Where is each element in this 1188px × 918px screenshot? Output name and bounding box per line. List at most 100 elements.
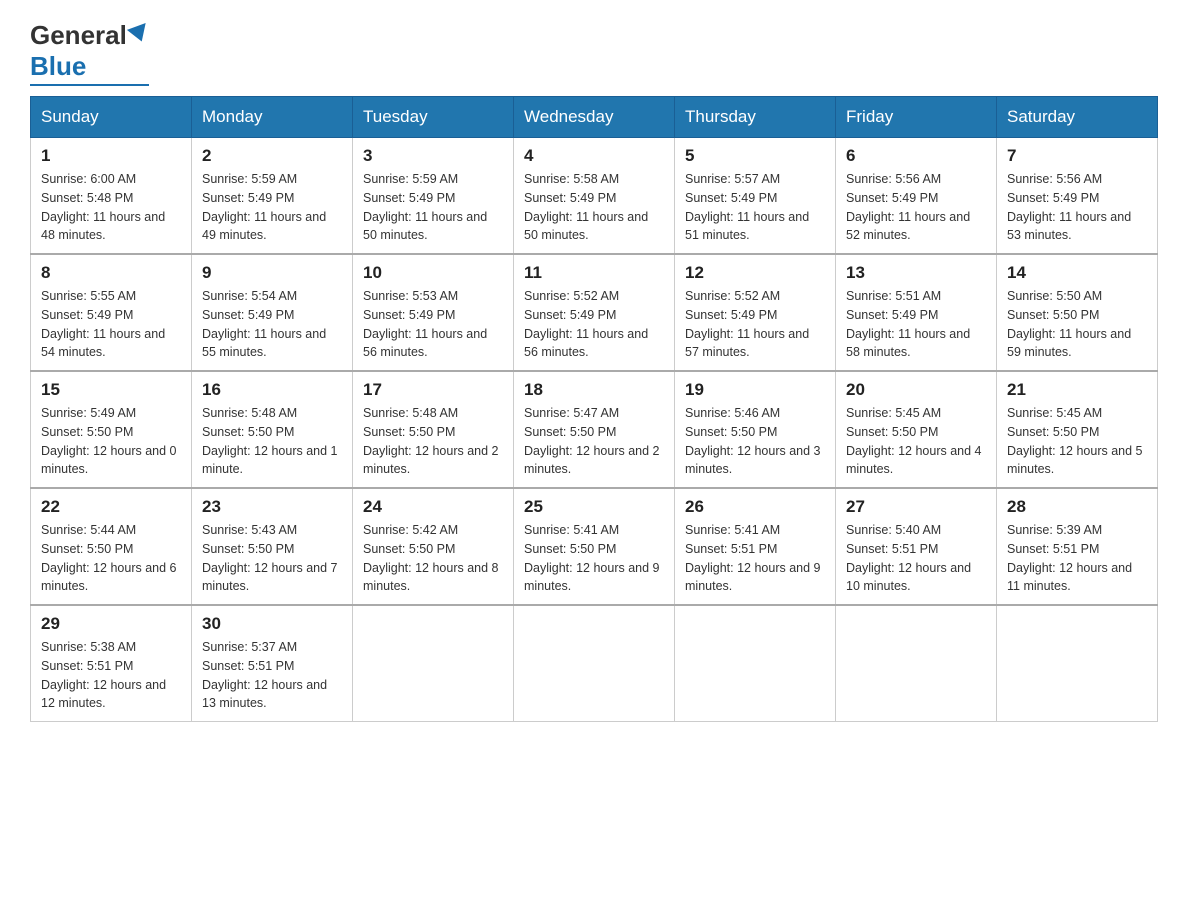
day-info: Sunrise: 5:46 AMSunset: 5:50 PMDaylight:… <box>685 406 821 476</box>
day-number: 2 <box>202 146 342 166</box>
day-info: Sunrise: 5:56 AMSunset: 5:49 PMDaylight:… <box>1007 172 1131 242</box>
day-info: Sunrise: 5:57 AMSunset: 5:49 PMDaylight:… <box>685 172 809 242</box>
logo-triangle-icon <box>127 23 151 45</box>
column-header-friday: Friday <box>836 97 997 138</box>
calendar-cell <box>675 605 836 722</box>
logo-blue-text: Blue <box>30 51 86 82</box>
day-info: Sunrise: 5:52 AMSunset: 5:49 PMDaylight:… <box>685 289 809 359</box>
calendar-cell: 18 Sunrise: 5:47 AMSunset: 5:50 PMDaylig… <box>514 371 675 488</box>
calendar-cell: 25 Sunrise: 5:41 AMSunset: 5:50 PMDaylig… <box>514 488 675 605</box>
day-number: 14 <box>1007 263 1147 283</box>
day-info: Sunrise: 5:43 AMSunset: 5:50 PMDaylight:… <box>202 523 338 593</box>
day-number: 7 <box>1007 146 1147 166</box>
calendar-cell: 9 Sunrise: 5:54 AMSunset: 5:49 PMDayligh… <box>192 254 353 371</box>
day-number: 9 <box>202 263 342 283</box>
calendar-cell: 2 Sunrise: 5:59 AMSunset: 5:49 PMDayligh… <box>192 138 353 255</box>
calendar-week-row: 1 Sunrise: 6:00 AMSunset: 5:48 PMDayligh… <box>31 138 1158 255</box>
day-number: 24 <box>363 497 503 517</box>
calendar-cell: 4 Sunrise: 5:58 AMSunset: 5:49 PMDayligh… <box>514 138 675 255</box>
calendar-week-row: 29 Sunrise: 5:38 AMSunset: 5:51 PMDaylig… <box>31 605 1158 722</box>
calendar-cell <box>514 605 675 722</box>
day-info: Sunrise: 5:50 AMSunset: 5:50 PMDaylight:… <box>1007 289 1131 359</box>
day-number: 13 <box>846 263 986 283</box>
calendar-cell: 14 Sunrise: 5:50 AMSunset: 5:50 PMDaylig… <box>997 254 1158 371</box>
day-number: 27 <box>846 497 986 517</box>
calendar-cell: 23 Sunrise: 5:43 AMSunset: 5:50 PMDaylig… <box>192 488 353 605</box>
day-info: Sunrise: 5:56 AMSunset: 5:49 PMDaylight:… <box>846 172 970 242</box>
day-info: Sunrise: 5:42 AMSunset: 5:50 PMDaylight:… <box>363 523 499 593</box>
calendar-week-row: 22 Sunrise: 5:44 AMSunset: 5:50 PMDaylig… <box>31 488 1158 605</box>
calendar-cell: 27 Sunrise: 5:40 AMSunset: 5:51 PMDaylig… <box>836 488 997 605</box>
day-number: 28 <box>1007 497 1147 517</box>
calendar-cell: 26 Sunrise: 5:41 AMSunset: 5:51 PMDaylig… <box>675 488 836 605</box>
column-header-thursday: Thursday <box>675 97 836 138</box>
column-header-tuesday: Tuesday <box>353 97 514 138</box>
calendar-cell: 21 Sunrise: 5:45 AMSunset: 5:50 PMDaylig… <box>997 371 1158 488</box>
day-info: Sunrise: 5:44 AMSunset: 5:50 PMDaylight:… <box>41 523 177 593</box>
day-info: Sunrise: 5:52 AMSunset: 5:49 PMDaylight:… <box>524 289 648 359</box>
calendar-cell <box>997 605 1158 722</box>
logo-general-text: General <box>30 20 127 51</box>
logo: General Blue <box>30 20 149 86</box>
day-number: 26 <box>685 497 825 517</box>
calendar-cell: 19 Sunrise: 5:46 AMSunset: 5:50 PMDaylig… <box>675 371 836 488</box>
day-info: Sunrise: 5:39 AMSunset: 5:51 PMDaylight:… <box>1007 523 1132 593</box>
day-number: 19 <box>685 380 825 400</box>
calendar-cell: 20 Sunrise: 5:45 AMSunset: 5:50 PMDaylig… <box>836 371 997 488</box>
calendar-cell: 12 Sunrise: 5:52 AMSunset: 5:49 PMDaylig… <box>675 254 836 371</box>
calendar-cell: 7 Sunrise: 5:56 AMSunset: 5:49 PMDayligh… <box>997 138 1158 255</box>
calendar-cell: 13 Sunrise: 5:51 AMSunset: 5:49 PMDaylig… <box>836 254 997 371</box>
calendar-cell: 1 Sunrise: 6:00 AMSunset: 5:48 PMDayligh… <box>31 138 192 255</box>
column-header-wednesday: Wednesday <box>514 97 675 138</box>
day-info: Sunrise: 5:54 AMSunset: 5:49 PMDaylight:… <box>202 289 326 359</box>
calendar-week-row: 8 Sunrise: 5:55 AMSunset: 5:49 PMDayligh… <box>31 254 1158 371</box>
day-number: 23 <box>202 497 342 517</box>
day-number: 15 <box>41 380 181 400</box>
day-number: 11 <box>524 263 664 283</box>
day-number: 30 <box>202 614 342 634</box>
day-number: 1 <box>41 146 181 166</box>
calendar-cell <box>836 605 997 722</box>
calendar-cell: 15 Sunrise: 5:49 AMSunset: 5:50 PMDaylig… <box>31 371 192 488</box>
calendar-table: SundayMondayTuesdayWednesdayThursdayFrid… <box>30 96 1158 722</box>
calendar-cell: 17 Sunrise: 5:48 AMSunset: 5:50 PMDaylig… <box>353 371 514 488</box>
day-info: Sunrise: 5:53 AMSunset: 5:49 PMDaylight:… <box>363 289 487 359</box>
calendar-cell: 8 Sunrise: 5:55 AMSunset: 5:49 PMDayligh… <box>31 254 192 371</box>
day-number: 4 <box>524 146 664 166</box>
day-number: 6 <box>846 146 986 166</box>
calendar-cell: 11 Sunrise: 5:52 AMSunset: 5:49 PMDaylig… <box>514 254 675 371</box>
day-number: 10 <box>363 263 503 283</box>
day-info: Sunrise: 5:41 AMSunset: 5:50 PMDaylight:… <box>524 523 660 593</box>
day-info: Sunrise: 5:40 AMSunset: 5:51 PMDaylight:… <box>846 523 971 593</box>
day-info: Sunrise: 5:45 AMSunset: 5:50 PMDaylight:… <box>1007 406 1143 476</box>
day-number: 12 <box>685 263 825 283</box>
page-header: General Blue <box>30 20 1158 86</box>
logo-underline <box>30 84 149 86</box>
calendar-header-row: SundayMondayTuesdayWednesdayThursdayFrid… <box>31 97 1158 138</box>
calendar-cell: 10 Sunrise: 5:53 AMSunset: 5:49 PMDaylig… <box>353 254 514 371</box>
calendar-cell: 5 Sunrise: 5:57 AMSunset: 5:49 PMDayligh… <box>675 138 836 255</box>
day-number: 18 <box>524 380 664 400</box>
day-number: 20 <box>846 380 986 400</box>
calendar-week-row: 15 Sunrise: 5:49 AMSunset: 5:50 PMDaylig… <box>31 371 1158 488</box>
day-number: 21 <box>1007 380 1147 400</box>
calendar-cell: 24 Sunrise: 5:42 AMSunset: 5:50 PMDaylig… <box>353 488 514 605</box>
day-info: Sunrise: 5:45 AMSunset: 5:50 PMDaylight:… <box>846 406 982 476</box>
column-header-saturday: Saturday <box>997 97 1158 138</box>
day-info: Sunrise: 5:59 AMSunset: 5:49 PMDaylight:… <box>363 172 487 242</box>
calendar-cell: 6 Sunrise: 5:56 AMSunset: 5:49 PMDayligh… <box>836 138 997 255</box>
day-number: 29 <box>41 614 181 634</box>
calendar-cell: 29 Sunrise: 5:38 AMSunset: 5:51 PMDaylig… <box>31 605 192 722</box>
day-number: 22 <box>41 497 181 517</box>
day-number: 5 <box>685 146 825 166</box>
day-number: 3 <box>363 146 503 166</box>
day-info: Sunrise: 5:38 AMSunset: 5:51 PMDaylight:… <box>41 640 166 710</box>
day-info: Sunrise: 6:00 AMSunset: 5:48 PMDaylight:… <box>41 172 165 242</box>
day-number: 8 <box>41 263 181 283</box>
column-header-sunday: Sunday <box>31 97 192 138</box>
calendar-cell: 3 Sunrise: 5:59 AMSunset: 5:49 PMDayligh… <box>353 138 514 255</box>
calendar-cell: 30 Sunrise: 5:37 AMSunset: 5:51 PMDaylig… <box>192 605 353 722</box>
day-info: Sunrise: 5:47 AMSunset: 5:50 PMDaylight:… <box>524 406 660 476</box>
calendar-cell <box>353 605 514 722</box>
day-info: Sunrise: 5:59 AMSunset: 5:49 PMDaylight:… <box>202 172 326 242</box>
